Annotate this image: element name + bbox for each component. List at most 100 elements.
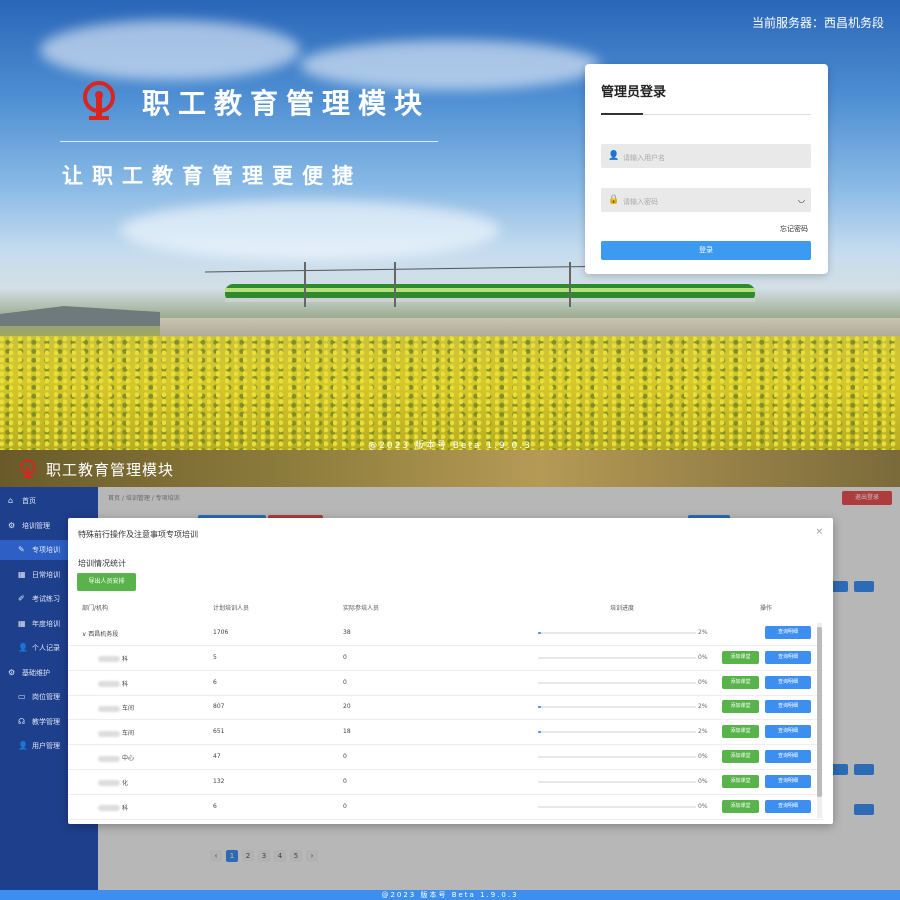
planned-cell: 651: [213, 728, 225, 736]
sidebar-item-label: 首页: [22, 497, 36, 505]
planned-cell: 5: [213, 653, 217, 661]
add-class-button[interactable]: 添加课堂: [722, 650, 759, 664]
dept-cell: 中心: [98, 753, 134, 762]
cloud: [120, 200, 500, 260]
add-class-button[interactable]: 添加课堂: [722, 700, 759, 714]
table-row: 科 6 0 0% 添加课堂 查询明细: [68, 795, 823, 820]
actual-cell: 0: [343, 753, 347, 760]
home-icon: ⌂: [8, 496, 14, 505]
login-footer: @2023 版本号 Beta 1.9.0.3: [368, 441, 532, 450]
add-class-button[interactable]: 添加课堂: [722, 774, 759, 788]
view-detail-button[interactable]: 查询明细: [765, 799, 811, 813]
password-placeholder: 请输入密码: [623, 198, 658, 206]
progress-bar: [538, 656, 696, 659]
forgot-password-link[interactable]: 忘记密码: [780, 224, 808, 234]
sidebar-item[interactable]: ⌂ 首页: [0, 491, 98, 511]
redacted-text: [98, 681, 120, 688]
folder-icon: ▭: [18, 692, 26, 701]
eye-icon[interactable]: ◡: [798, 195, 805, 204]
add-class-button[interactable]: 添加课堂: [722, 725, 759, 739]
view-detail-button[interactable]: 查询明细: [765, 626, 811, 639]
view-detail-button[interactable]: 查询明细: [765, 750, 811, 763]
edit-icon: ✎: [18, 545, 25, 554]
sidebar-item-label: 专项培训: [32, 546, 60, 554]
dept-name: 科: [122, 804, 129, 812]
export-button[interactable]: 导出人员安排: [77, 573, 136, 591]
sidebar-item-label: 日常培训: [32, 570, 60, 579]
login-button[interactable]: 登录: [601, 241, 811, 260]
add-class-button[interactable]: 添加课堂: [722, 675, 759, 689]
progress-bar: [538, 780, 696, 783]
rapeseed-field: [0, 336, 900, 450]
password-input[interactable]: 🔒 请输入密码 ◡: [601, 188, 811, 212]
sidebar-item-label: 岗位管理: [32, 693, 60, 701]
progress-fill: [538, 731, 542, 734]
dept-cell: ∨ 西昌机务段: [82, 629, 118, 638]
column-header: 培训进度: [610, 605, 635, 612]
add-class-button[interactable]: 添加课堂: [722, 799, 759, 813]
station-shed: [0, 306, 160, 326]
redacted-text: [98, 656, 120, 663]
dept-name: 车间: [122, 730, 135, 738]
headset-icon: ☊: [18, 716, 26, 726]
scroll-thumb[interactable]: [817, 627, 822, 797]
actual-cell: 0: [343, 777, 347, 785]
progress-percent: 0%: [698, 678, 708, 686]
view-detail-button[interactable]: 查询明细: [765, 675, 811, 689]
redacted-text: [98, 755, 120, 762]
user-icon: 👤: [18, 741, 28, 750]
view-detail-button[interactable]: 查询明细: [765, 725, 811, 739]
planned-cell: 807: [213, 703, 225, 711]
progress-bar: [538, 681, 696, 684]
table-header: 部门/机构 计划培训人员 实际参培人员 培训进度 操作: [68, 603, 823, 619]
dept-name: 科: [122, 680, 129, 688]
admin-header-title: 职工教育管理模块: [46, 461, 175, 479]
dept-name: 车间: [122, 705, 135, 713]
progress-bar: [538, 632, 696, 634]
redacted-text: [98, 780, 120, 787]
sidebar-item-label: 个人记录: [32, 644, 60, 652]
actual-cell: 0: [343, 802, 347, 810]
sidebar-item-label: 用户管理: [32, 742, 60, 750]
lock-icon: 🔒: [608, 195, 620, 205]
divider: [60, 141, 438, 142]
progress-percent: 0%: [698, 802, 708, 810]
calendar-icon: ▦: [18, 618, 26, 628]
slogan: 让职工教育管理更便捷: [62, 164, 362, 188]
column-header: 实际参培人员: [343, 605, 380, 612]
progress-fill: [538, 632, 542, 634]
table-row: 科 5 0 0% 添加课堂 查询明细: [68, 646, 823, 671]
redacted-text: [98, 730, 120, 737]
planned-cell: 6: [213, 678, 217, 686]
calendar-icon: ▦: [18, 569, 26, 579]
column-header: 操作: [760, 605, 773, 612]
admin-header: 职工教育管理模块: [0, 450, 900, 487]
planned-cell: 132: [213, 777, 225, 785]
sidebar-item-label: 培训管理: [22, 521, 50, 530]
railway-logo-icon: [83, 81, 115, 120]
close-icon[interactable]: ×: [815, 527, 823, 537]
server-label: 当前服务器：西昌机务段: [751, 16, 884, 30]
progress-bar: [538, 805, 696, 808]
username-input[interactable]: 👤 请输入用户名: [601, 144, 811, 168]
sidebar-item-label: 考试练习: [32, 595, 60, 603]
progress-percent: 0%: [698, 653, 708, 661]
progress-percent: 0%: [698, 777, 708, 785]
table-row: 化 132 0 0% 添加课堂 查询明细: [68, 770, 823, 795]
view-detail-button[interactable]: 查询明细: [765, 774, 811, 788]
user-icon: 👤: [608, 151, 620, 161]
actual-cell: 18: [343, 728, 351, 736]
progress-percent: 2%: [698, 703, 708, 711]
progress-percent: 0%: [698, 753, 708, 760]
view-detail-button[interactable]: 查询明细: [765, 700, 811, 714]
scrollbar[interactable]: [817, 623, 822, 818]
title-underline: [601, 113, 643, 115]
actual-cell: 38: [343, 629, 351, 636]
username-placeholder: 请输入用户名: [623, 154, 665, 162]
dept-name: 科: [122, 655, 129, 663]
table-row: 科 6 0 0% 添加课堂 查询明细: [68, 671, 823, 696]
column-header: 计划培训人员: [213, 605, 250, 612]
add-class-button[interactable]: 添加课堂: [722, 750, 759, 763]
view-detail-button[interactable]: 查询明细: [765, 650, 811, 664]
planned-cell: 1706: [213, 629, 229, 636]
